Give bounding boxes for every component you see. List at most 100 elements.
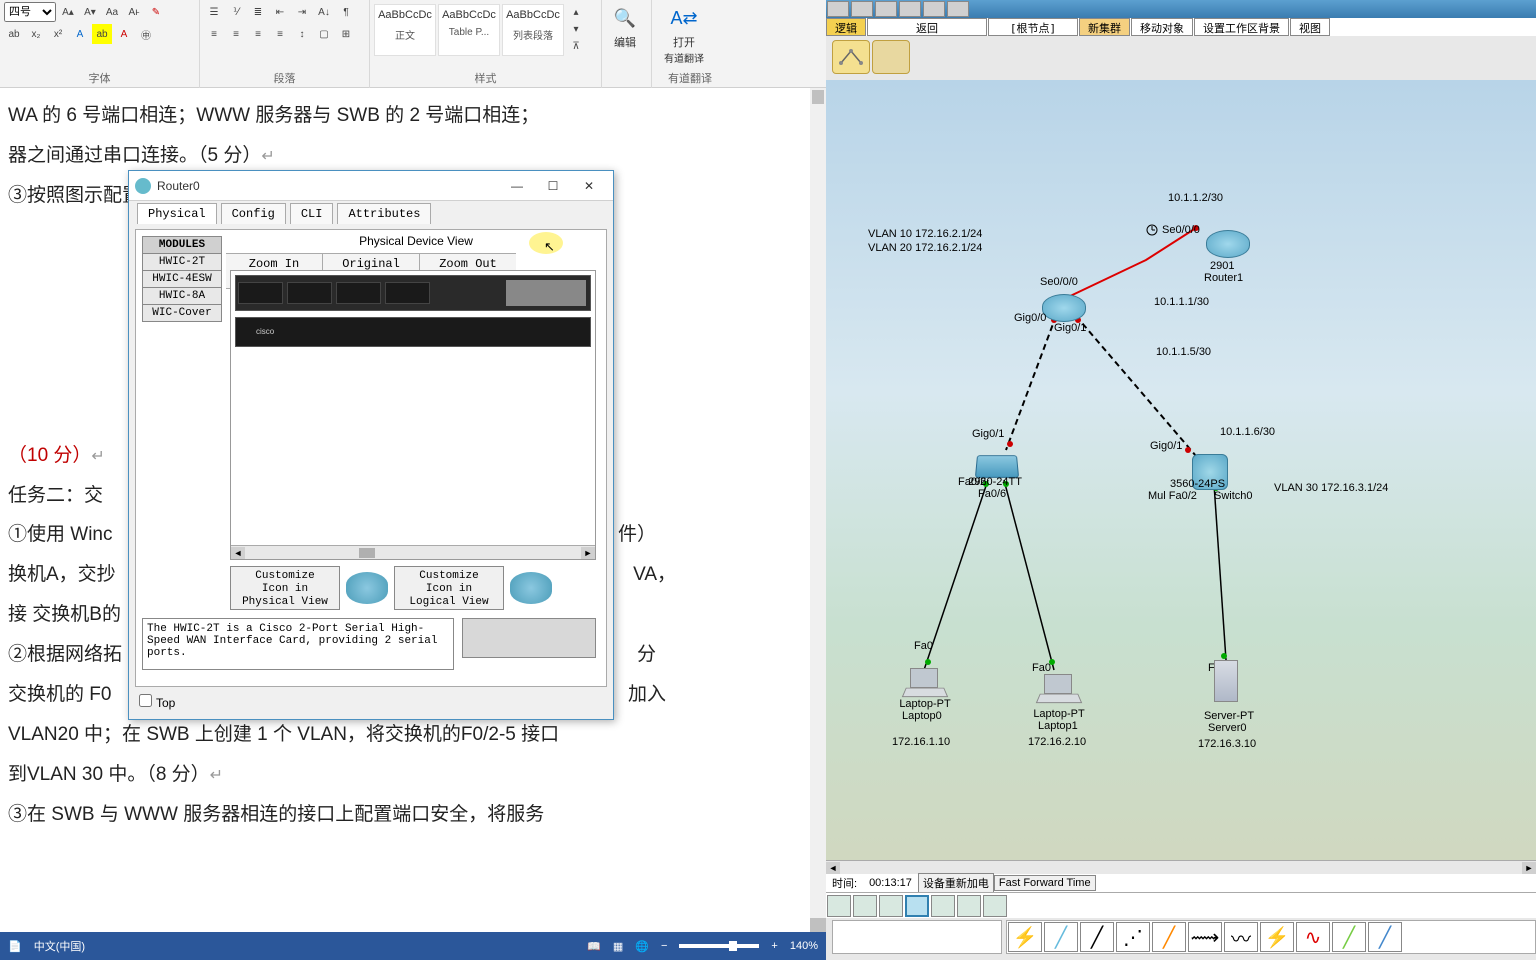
- zoom-slider[interactable]: [679, 944, 759, 948]
- conn-serial-dce[interactable]: ⚡: [1260, 922, 1294, 952]
- tab-config[interactable]: Config: [221, 203, 286, 224]
- pt-hscroll-right[interactable]: ►: [1522, 862, 1536, 874]
- view-print-icon[interactable]: ▦: [613, 940, 623, 953]
- tab-attributes[interactable]: Attributes: [337, 203, 431, 224]
- top-checkbox[interactable]: [139, 694, 152, 707]
- router-rear-view[interactable]: cisco: [235, 275, 591, 347]
- style-more-btn[interactable]: ⊼: [566, 38, 586, 55]
- style-table[interactable]: AaBbCcDc Table P...: [438, 4, 500, 56]
- word-vscroll-thumb[interactable]: [812, 90, 824, 104]
- superscript-btn[interactable]: x²: [48, 24, 68, 44]
- hscroll-left[interactable]: ◄: [231, 547, 245, 559]
- btn-newcluster[interactable]: 新集群: [1079, 18, 1130, 36]
- numbering-btn[interactable]: ⅟: [226, 2, 246, 22]
- cat-connections[interactable]: [931, 895, 955, 917]
- device-router1[interactable]: [1206, 230, 1250, 258]
- enclose-btn[interactable]: ㊥: [136, 24, 156, 44]
- align-center-btn[interactable]: ≡: [226, 24, 246, 44]
- device-server0[interactable]: [1214, 660, 1238, 702]
- conn-crossover[interactable]: ⋰: [1116, 922, 1150, 952]
- subscript-btn[interactable]: x₂: [26, 24, 46, 44]
- pt-tool-5[interactable]: [923, 1, 945, 17]
- view-read-icon[interactable]: 📖: [587, 940, 601, 953]
- conn-coax[interactable]: 〰: [1224, 922, 1258, 952]
- phonetic-btn[interactable]: ✎: [146, 2, 166, 22]
- hscroll-thumb[interactable]: [359, 548, 375, 558]
- minimize-button[interactable]: —: [499, 172, 535, 200]
- tab-physical[interactable]: Physical: [137, 203, 217, 224]
- style-up-btn[interactable]: ▴: [566, 4, 586, 21]
- close-button[interactable]: ✕: [571, 172, 607, 200]
- physical-device-viewport[interactable]: cisco ◄ ►: [230, 270, 596, 560]
- device-hscroll[interactable]: ◄ ►: [231, 545, 595, 559]
- cat-switches[interactable]: [853, 895, 877, 917]
- pt-tool-6[interactable]: [947, 1, 969, 17]
- zoom-in-btn[interactable]: +: [771, 940, 777, 952]
- view-web-icon[interactable]: 🌐: [635, 940, 649, 953]
- cat-hubs[interactable]: [879, 895, 903, 917]
- conn-auto[interactable]: ⚡: [1008, 922, 1042, 952]
- font-color-btn[interactable]: A: [114, 24, 134, 44]
- customize-log-btn[interactable]: Customize Icon in Logical View: [394, 566, 504, 610]
- style-down-btn[interactable]: ▾: [566, 21, 586, 38]
- cat-routers[interactable]: [827, 895, 851, 917]
- conn-straight[interactable]: ╱: [1080, 922, 1114, 952]
- cat-wireless[interactable]: [905, 895, 929, 917]
- fast-forward-btn[interactable]: Fast Forward Time: [994, 875, 1096, 891]
- edit-btn[interactable]: 🔍 编辑: [606, 4, 644, 72]
- pt-tool-1[interactable]: [827, 1, 849, 17]
- zoom-out-btn[interactable]: −: [661, 940, 667, 952]
- cat-end-devices[interactable]: [957, 895, 981, 917]
- align-left-btn[interactable]: ≡: [204, 24, 224, 44]
- device-laptop1[interactable]: [1038, 674, 1078, 704]
- shading-btn[interactable]: ▢: [314, 24, 334, 44]
- highlight-btn[interactable]: ab: [92, 24, 112, 44]
- youdao-open-btn[interactable]: A⇄ 打开 有道翻译: [656, 4, 712, 72]
- zoom-value[interactable]: 140%: [790, 940, 818, 952]
- maximize-button[interactable]: ☐: [535, 172, 571, 200]
- change-case-btn[interactable]: Aa: [102, 2, 122, 22]
- pt-tool-3[interactable]: [875, 1, 897, 17]
- text-effect-btn[interactable]: A: [70, 24, 90, 44]
- module-hwic-4esw[interactable]: HWIC-4ESW: [142, 270, 222, 288]
- conn-usb[interactable]: ╱: [1368, 922, 1402, 952]
- align-right-btn[interactable]: ≡: [248, 24, 268, 44]
- device-router0[interactable]: [1042, 294, 1086, 322]
- customize-phys-btn[interactable]: Customize Icon in Physical View: [230, 566, 340, 610]
- module-hwic-2t[interactable]: HWIC-2T: [142, 253, 222, 271]
- module-wic-cover[interactable]: WIC-Cover: [142, 304, 222, 322]
- clear-format-btn[interactable]: Aⱶ: [124, 2, 144, 22]
- module-preview-image[interactable]: [462, 618, 596, 658]
- btn-moveobj[interactable]: 移动对象: [1131, 18, 1193, 36]
- grow-font-btn[interactable]: A▴: [58, 2, 78, 22]
- device-laptop0[interactable]: [904, 668, 944, 698]
- conn-octal[interactable]: ╱: [1332, 922, 1366, 952]
- show-marks-btn[interactable]: ¶: [336, 2, 356, 22]
- cat-security[interactable]: [983, 895, 1007, 917]
- dialog-titlebar[interactable]: Router0 — ☐ ✕: [129, 171, 613, 201]
- justify-btn[interactable]: ≡: [270, 24, 290, 44]
- multilevel-btn[interactable]: ≣: [248, 2, 268, 22]
- btn-workspace-bg[interactable]: 设置工作区背景: [1194, 18, 1289, 36]
- style-normal[interactable]: AaBbCcDc 正文: [374, 4, 436, 56]
- conn-serial-dte[interactable]: ∿: [1296, 922, 1330, 952]
- cluster-nav-icon[interactable]: [832, 40, 870, 74]
- conn-console[interactable]: ╱: [1044, 922, 1078, 952]
- style-list[interactable]: AaBbCcDc 列表段落: [502, 4, 564, 56]
- power-cycle-btn[interactable]: 设备重新加电: [918, 873, 994, 893]
- line-spacing-btn[interactable]: ↕: [292, 24, 312, 44]
- btn-view[interactable]: 视图: [1290, 18, 1330, 36]
- cluster-root-icon[interactable]: [872, 40, 910, 74]
- pt-hscroll-left[interactable]: ◄: [826, 862, 840, 874]
- indent-dec-btn[interactable]: ⇤: [270, 2, 290, 22]
- status-lang[interactable]: 中文(中国): [34, 938, 85, 954]
- btn-root[interactable]: [根节点]: [988, 18, 1078, 36]
- strike-btn[interactable]: ab: [4, 24, 24, 44]
- pt-tool-2[interactable]: [851, 1, 873, 17]
- sort-btn[interactable]: A↓: [314, 2, 334, 22]
- font-size-combo[interactable]: 四号: [4, 2, 56, 22]
- word-vscroll-down[interactable]: [810, 918, 826, 932]
- module-hwic-8a[interactable]: HWIC-8A: [142, 287, 222, 305]
- borders-btn[interactable]: ⊞: [336, 24, 356, 44]
- btn-back[interactable]: 返回: [867, 18, 987, 36]
